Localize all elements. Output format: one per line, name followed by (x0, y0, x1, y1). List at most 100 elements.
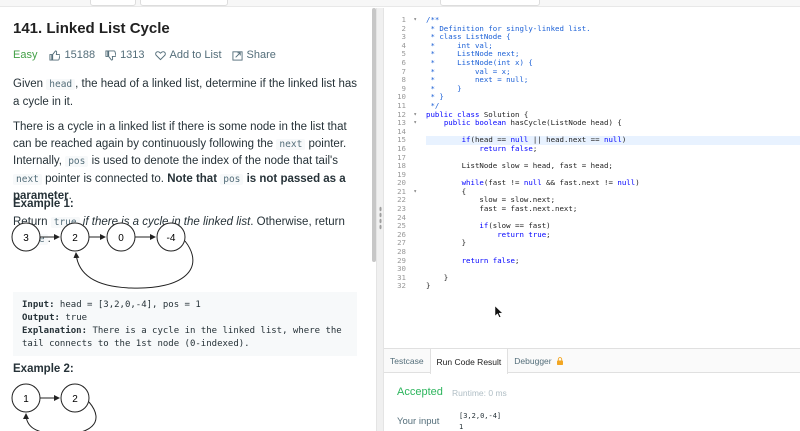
code-editor[interactable]: 1 ▾ 2 3 4 5 6 7 8 9 10 11 12 ▾ 13 ▾ 14 15 16 17 18 19 20 21 ▾ 22 2… (384, 8, 800, 348)
code-text: ListNode slow = head, fast = head; (426, 161, 613, 171)
problem-title: 141. Linked List Cycle (13, 20, 170, 37)
description-paragraph: Given head, the head of a linked list, d… (13, 78, 358, 108)
thumb-up-icon (49, 49, 61, 61)
code-text: && fast.next != (541, 178, 618, 188)
mouse-pointer-icon (495, 306, 503, 318)
code-text: ; (532, 143, 538, 153)
problem-description-panel: 141. Linked List Cycle Easy 15188 1313 A… (0, 8, 372, 431)
result-status: Accepted (397, 386, 443, 398)
tab-testcase[interactable]: Testcase (384, 349, 430, 372)
explanation-label: Explanation: (22, 326, 88, 336)
linked-list-node: 2 (60, 222, 90, 252)
node-label: 3 (23, 233, 29, 244)
code-line[interactable]: ListNode slow = head, fast = head; (426, 161, 800, 171)
code-line[interactable]: } (426, 239, 800, 248)
fold-arrow-icon[interactable]: ▾ (413, 188, 417, 197)
fold-arrow-icon[interactable]: ▾ (413, 119, 417, 128)
example-2-title: Example 2: (13, 363, 74, 375)
problem-meta-bar: Easy 15188 1313 Add to List Share (13, 48, 359, 62)
description-paragraph: There is a cycle in a linked list if the… (13, 121, 347, 202)
linked-list-node: 1 (11, 383, 41, 413)
code-keyword: return false (461, 255, 516, 265)
code-line[interactable]: public boolean hasCycle(ListNode head) { (426, 118, 800, 128)
share-label: Share (246, 49, 276, 61)
heart-icon (154, 50, 166, 60)
linked-list-node: -4 (156, 222, 186, 252)
node-label: 2 (72, 394, 78, 405)
code-line[interactable]: return true; (426, 229, 800, 240)
line-number-gutter: 1 ▾ 2 3 4 5 6 7 8 9 10 11 12 ▾ 13 ▾ 14 15 16 17 18 19 20 21 ▾ 22 2… (384, 15, 420, 291)
your-input-label: Your input (397, 416, 440, 427)
tab-run-code-result[interactable]: Run Code Result (429, 349, 509, 374)
like-button[interactable]: 15188 (49, 49, 95, 61)
line-number: 32 (397, 281, 406, 291)
code-line[interactable] (426, 265, 800, 274)
code-text: ) (635, 178, 640, 188)
fold-arrow-icon[interactable]: ▾ (413, 111, 417, 120)
top-tab[interactable] (140, 0, 228, 6)
top-tab[interactable] (440, 0, 540, 6)
linked-list-node: 0 (106, 222, 136, 252)
tab-debugger[interactable]: Debugger (508, 349, 569, 372)
code-line[interactable]: return false; (426, 143, 800, 154)
code-line[interactable]: } (426, 273, 800, 283)
example-2-diagram: 1 2 (11, 383, 97, 431)
code-text: || head.next == (528, 135, 605, 145)
code-text: (fast != (483, 178, 524, 188)
code-line[interactable]: * } (426, 93, 800, 102)
code-keyword: null (617, 178, 636, 188)
inline-code: next (276, 138, 306, 150)
share-icon (231, 50, 243, 61)
code-line[interactable]: while(fast != null && fast.next != null) (426, 178, 800, 188)
code-keyword: return false (479, 143, 533, 153)
input-line: [3,2,0,-4] (459, 412, 502, 420)
difficulty-badge: Easy (13, 49, 38, 61)
top-tab-strip (0, 0, 800, 7)
lock-icon (556, 356, 563, 365)
node-label: 0 (118, 233, 124, 244)
console-tabs: Testcase Run Code Result Debugger (384, 349, 800, 374)
drag-handle-icon[interactable] (379, 206, 382, 230)
add-to-list-button[interactable]: Add to List (154, 49, 222, 61)
code-line[interactable]: fast = fast.next.next; (426, 204, 800, 214)
node-label: 2 (72, 233, 78, 244)
dislike-button[interactable]: 1313 (105, 49, 145, 61)
like-count: 15188 (64, 49, 96, 61)
code-line[interactable]: * next = null; (426, 75, 800, 85)
top-tab[interactable] (90, 0, 136, 6)
code-text: hasCycle(ListNode head) { (506, 118, 622, 128)
code-keyword: null (604, 135, 622, 145)
output-label: Output: (22, 313, 60, 323)
dislike-count: 1313 (120, 49, 145, 61)
code-keyword: null (523, 178, 542, 188)
share-button[interactable]: Share (231, 49, 276, 61)
code-keyword: return true (497, 229, 547, 239)
add-to-list-label: Add to List (169, 49, 222, 61)
your-input-value: [3,2,0,-4] 1 (459, 411, 501, 431)
output-value: true (59, 313, 88, 323)
example-1-box: Input: head = [3,2,0,-4], pos = 1 Output… (13, 292, 357, 356)
code-text: ; (546, 229, 551, 239)
input-line: 1 (459, 423, 464, 431)
fold-arrow-icon[interactable]: ▾ (413, 16, 417, 25)
code-text: ) (621, 135, 627, 145)
input-value: head = [3,2,0,-4], pos = 1 (54, 300, 201, 310)
node-label: -4 (167, 233, 176, 244)
code-line[interactable]: } (426, 282, 800, 291)
example-1-title: Example 1: (13, 198, 74, 210)
input-label: Input: (22, 300, 55, 310)
runtime-text: Runtime: 0 ms (452, 388, 507, 398)
code-line[interactable]: return false; (426, 255, 800, 266)
thumb-down-icon (105, 49, 117, 61)
code-area[interactable]: /** * Definition for singly-linked list.… (426, 15, 800, 291)
panel-splitter[interactable] (376, 8, 384, 431)
inline-code: pos (220, 173, 244, 185)
example-1-diagram: 3 2 0 -4 (11, 222, 194, 289)
code-text: ; (515, 255, 520, 265)
code-line[interactable]: * } (426, 84, 800, 94)
inline-code: head (46, 79, 76, 90)
inline-code: next (13, 173, 42, 185)
